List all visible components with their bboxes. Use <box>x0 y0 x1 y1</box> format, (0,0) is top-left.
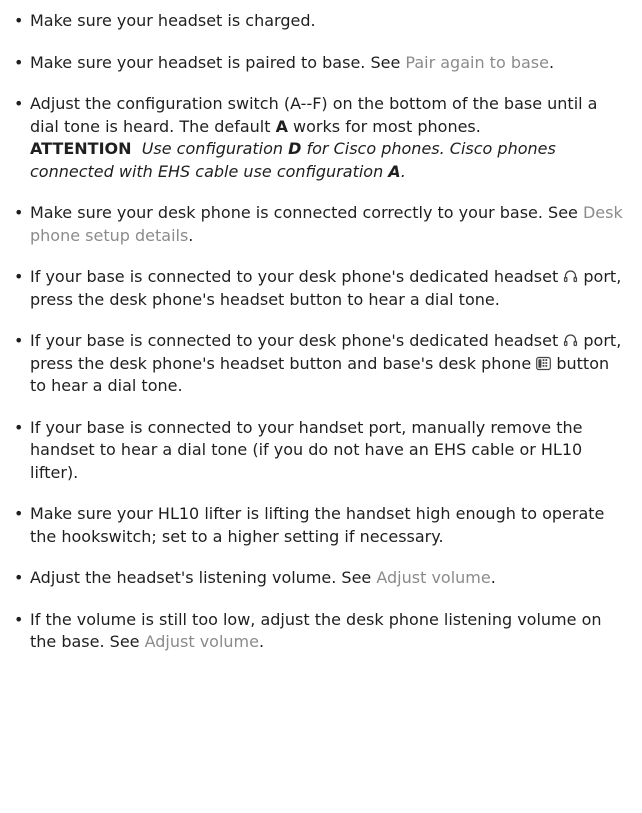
adjust-volume-link[interactable]: Adjust volume <box>145 632 259 651</box>
item-text: If the volume is still too low, adjust t… <box>30 609 602 652</box>
list-item: Make sure your desk phone is connected c… <box>14 202 628 247</box>
item-text: Make sure your HL10 lifter is lifting th… <box>30 504 605 546</box>
list-item: If your base is connected to your desk p… <box>14 266 628 311</box>
attention-note: ATTENTION Use configuration D for Cisco … <box>30 139 556 181</box>
headset-icon <box>563 268 578 284</box>
item-text: Make sure your headset is paired to base… <box>30 52 406 72</box>
list-item: Adjust the configuration switch (A--F) o… <box>14 93 628 183</box>
list-item: Make sure your HL10 lifter is lifting th… <box>14 503 628 548</box>
pair-again-link[interactable]: Pair again to base <box>405 53 549 72</box>
list-item: Make sure your headset is paired to base… <box>14 52 628 75</box>
attention-label: ATTENTION <box>30 139 132 158</box>
list-item: If your base is connected to your desk p… <box>14 330 628 398</box>
list-item: If the volume is still too low, adjust t… <box>14 609 628 654</box>
item-text: Adjust the headset's listening volume. S… <box>30 568 377 587</box>
list-item: Adjust the headset's listening volume. S… <box>14 567 628 590</box>
item-text: Make sure your headset is charged. <box>30 11 316 30</box>
item-text: If your base is connected to your desk p… <box>30 331 564 350</box>
list-item: Make sure your headset is charged. <box>14 10 628 33</box>
item-text: If your base is connected to your handse… <box>30 417 583 482</box>
troubleshooting-list: Make sure your headset is charged. Make … <box>0 0 642 654</box>
config-letter: A <box>275 116 288 136</box>
headset-icon <box>563 332 578 348</box>
desk-phone-icon <box>536 356 552 371</box>
item-text: If your base is connected to your desk p… <box>30 267 564 286</box>
adjust-volume-link[interactable]: Adjust volume <box>376 568 490 587</box>
list-item: If your base is connected to your handse… <box>14 417 628 485</box>
item-text: Make sure your desk phone is connected c… <box>30 203 583 222</box>
